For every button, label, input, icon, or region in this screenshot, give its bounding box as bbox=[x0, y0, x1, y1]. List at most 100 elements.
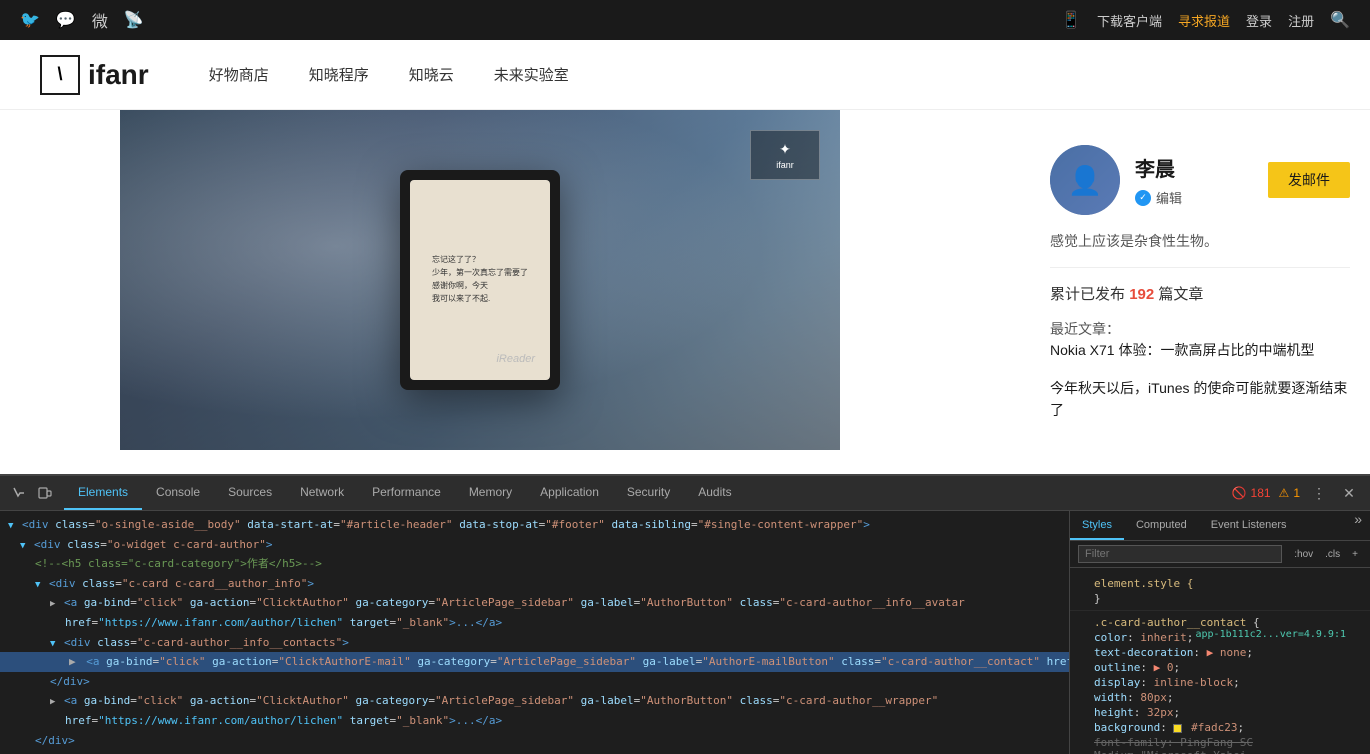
tab-event-listeners[interactable]: Event Listeners bbox=[1199, 511, 1299, 540]
tab-computed[interactable]: Computed bbox=[1124, 511, 1199, 540]
logo-text: ifanr bbox=[88, 59, 149, 91]
error-icon: 🚫 bbox=[1232, 486, 1247, 500]
recent-articles: 最近文章： Nokia X71 体验：一款高屏占比的中端机型 今年秋天以后，iT… bbox=[1050, 319, 1350, 421]
html-line-5[interactable]: href="https://www.ifanr.com/author/liche… bbox=[0, 613, 1069, 633]
style-closing-brace-0: } bbox=[1078, 591, 1362, 606]
arrow-0[interactable]: ▼ bbox=[8, 521, 13, 531]
html-line-3[interactable]: ▼ <div class="c-card c-card__author_info… bbox=[0, 574, 1069, 594]
arrow-3[interactable]: ▼ bbox=[35, 580, 40, 590]
tab-performance[interactable]: Performance bbox=[358, 476, 455, 510]
seek-report-link[interactable]: 寻求报道 bbox=[1178, 11, 1230, 30]
watermark-icon: ✦ bbox=[779, 141, 791, 158]
ereader-text: 忘记这了了？ 少年，第一次真忘了需要了 感谢你啊，今天 我可以来了不起. bbox=[432, 254, 528, 305]
indicator: ▶ bbox=[65, 654, 80, 669]
rss-icon[interactable]: 📡 bbox=[124, 10, 144, 30]
wechat-icon[interactable]: 💬 bbox=[56, 10, 76, 30]
author-name: 李晨 bbox=[1135, 153, 1253, 182]
style-prop-fontfamily: font-family: PingFang SC Medium,"Microso… bbox=[1078, 735, 1362, 754]
html-line-4[interactable]: ▶ <a ga-bind="click" ga-action="ClicktAu… bbox=[0, 593, 1069, 613]
close-devtools-button[interactable]: ✕ bbox=[1338, 482, 1360, 504]
expand-right-tabs[interactable]: » bbox=[1346, 511, 1370, 540]
ereader-brand-text: iReader bbox=[496, 353, 535, 365]
style-rule-contact: .c-card-author__contact app-1b111c2...ve… bbox=[1070, 611, 1370, 754]
author-card: 👤 李晨 ✓ 编辑 发邮件 感觉上应该是杂食性生物。 累计已发布 192 bbox=[1050, 130, 1350, 452]
logo-symbol: \ bbox=[57, 64, 62, 85]
badge-icon: ✓ bbox=[1135, 190, 1151, 206]
logo-area: \ ifanr bbox=[40, 55, 149, 95]
html-line-6[interactable]: ▼ <div class="c-card-author__info__conta… bbox=[0, 633, 1069, 653]
more-options-button[interactable]: ⋮ bbox=[1308, 482, 1330, 504]
contact-source: app-1b111c2...ver=4.9.9:1 bbox=[1195, 629, 1346, 640]
devtools-tabs: Elements Console Sources Network Perform… bbox=[64, 476, 746, 510]
send-mail-button[interactable]: 发邮件 bbox=[1268, 162, 1350, 198]
topnav-right: 📱 下载客户端 寻求报道 登录 注册 🔍 bbox=[1061, 10, 1350, 30]
toggle-cls[interactable]: .cls bbox=[1321, 547, 1344, 562]
stats-prefix: 累计已发布 bbox=[1050, 286, 1125, 303]
html-line-0[interactable]: ▼ <div class="o-single-aside__body" data… bbox=[0, 515, 1069, 535]
style-prop-display: display: inline-block; bbox=[1078, 675, 1362, 690]
avatar-placeholder: 👤 bbox=[1050, 145, 1120, 215]
login-link[interactable]: 登录 bbox=[1246, 11, 1272, 30]
tab-sources[interactable]: Sources bbox=[214, 476, 286, 510]
html-line-1[interactable]: ▼ <div class="o-widget c-card-author"> bbox=[0, 535, 1069, 555]
search-icon[interactable]: 🔍 bbox=[1330, 10, 1350, 30]
toggle-add[interactable]: + bbox=[1348, 547, 1362, 562]
tab-audits[interactable]: Audits bbox=[684, 476, 745, 510]
arrow-6[interactable]: ▼ bbox=[50, 639, 55, 649]
stats-suffix: 篇文章 bbox=[1158, 286, 1203, 303]
device-icon[interactable] bbox=[34, 482, 56, 504]
nav-link-program[interactable]: 知晓程序 bbox=[309, 64, 369, 85]
style-element-style: element.style { bbox=[1078, 576, 1362, 591]
register-link[interactable]: 注册 bbox=[1288, 11, 1314, 30]
top-navbar: 🐦 💬 微 📡 📱 下载客户端 寻求报道 登录 注册 🔍 bbox=[0, 0, 1370, 40]
twitter-icon[interactable]: 🐦 bbox=[20, 10, 40, 30]
tab-network[interactable]: Network bbox=[286, 476, 358, 510]
html-line-2[interactable]: <!--<h5 class="c-card-category">作者</h5>-… bbox=[0, 554, 1069, 574]
tab-elements[interactable]: Elements bbox=[64, 476, 142, 510]
recent-article-1[interactable]: 今年秋天以后，iTunes 的使命可能就要逐渐结束了 bbox=[1050, 377, 1350, 422]
style-selector-contact: .c-card-author__contact app-1b111c2...ve… bbox=[1078, 615, 1362, 630]
article-wrapper: 忘记这了了？ 少年，第一次真忘了需要了 感谢你啊，今天 我可以来了不起. iRe… bbox=[0, 110, 1030, 474]
tab-application[interactable]: Application bbox=[526, 476, 613, 510]
tab-security[interactable]: Security bbox=[613, 476, 684, 510]
styles-panel: Styles Computed Event Listeners » :hov .… bbox=[1070, 511, 1370, 754]
color-swatch bbox=[1173, 724, 1182, 733]
contact-selector: .c-card-author__contact bbox=[1094, 616, 1246, 629]
html-line-11[interactable]: </div> bbox=[0, 731, 1069, 751]
recent-label: 最近文章： bbox=[1050, 321, 1120, 337]
nav-link-lab[interactable]: 未来实验室 bbox=[494, 64, 569, 85]
style-rule-element: element.style { } bbox=[1070, 572, 1370, 611]
recent-article-0[interactable]: Nokia X71 体验：一款高屏占比的中端机型 bbox=[1050, 339, 1350, 361]
arrow-9[interactable]: ▶ bbox=[50, 697, 55, 707]
tab-styles[interactable]: Styles bbox=[1070, 511, 1124, 540]
inspector-icon[interactable] bbox=[8, 482, 30, 504]
html-line-10[interactable]: href="https://www.ifanr.com/author/liche… bbox=[0, 711, 1069, 731]
stats-count: 192 bbox=[1129, 286, 1154, 303]
html-line-7[interactable]: ▶ <a ga-bind="click" ga-action="ClicktAu… bbox=[0, 652, 1069, 672]
logo-box: \ bbox=[40, 55, 80, 95]
arrow-1[interactable]: ▼ bbox=[20, 541, 25, 551]
hero-image: 忘记这了了？ 少年，第一次真忘了需要了 感谢你啊，今天 我可以来了不起. iRe… bbox=[120, 110, 840, 450]
style-prop-textdec: text-decoration: ▶ none; bbox=[1078, 645, 1362, 660]
html-line-12[interactable]: ▶ <div class="c-card c-card-author__intr… bbox=[0, 750, 1069, 754]
author-top: 👤 李晨 ✓ 编辑 发邮件 bbox=[1050, 145, 1350, 215]
main-navbar: \ ifanr 好物商店 知晓程序 知晓云 未来实验室 bbox=[0, 40, 1370, 110]
arrow-4[interactable]: ▶ bbox=[50, 599, 55, 609]
sidebar: 👤 李晨 ✓ 编辑 发邮件 感觉上应该是杂食性生物。 累计已发布 192 bbox=[1030, 110, 1370, 474]
nav-link-cloud[interactable]: 知晓云 bbox=[409, 64, 454, 85]
error-count: 181 bbox=[1251, 486, 1271, 500]
elements-panel[interactable]: ▼ <div class="o-single-aside__body" data… bbox=[0, 511, 1070, 754]
tab-console[interactable]: Console bbox=[142, 476, 214, 510]
style-prop-outline: outline: ▶ 0; bbox=[1078, 660, 1362, 675]
weibo-icon[interactable]: 微 bbox=[92, 8, 108, 32]
devtools-content: ▼ <div class="o-single-aside__body" data… bbox=[0, 511, 1370, 754]
tab-memory[interactable]: Memory bbox=[455, 476, 526, 510]
html-line-9[interactable]: ▶ <a ga-bind="click" ga-action="ClicktAu… bbox=[0, 691, 1069, 711]
download-client-link[interactable]: 下载客户端 bbox=[1097, 11, 1162, 30]
toggle-hover[interactable]: :hov bbox=[1290, 547, 1317, 562]
html-line-8[interactable]: </div> bbox=[0, 672, 1069, 692]
ereader-device: 忘记这了了？ 少年，第一次真忘了需要了 感谢你啊，今天 我可以来了不起. iRe… bbox=[400, 170, 560, 390]
filter-input[interactable] bbox=[1078, 545, 1282, 563]
nav-link-shop[interactable]: 好物商店 bbox=[209, 64, 269, 85]
devtools-left-icons bbox=[0, 482, 64, 504]
